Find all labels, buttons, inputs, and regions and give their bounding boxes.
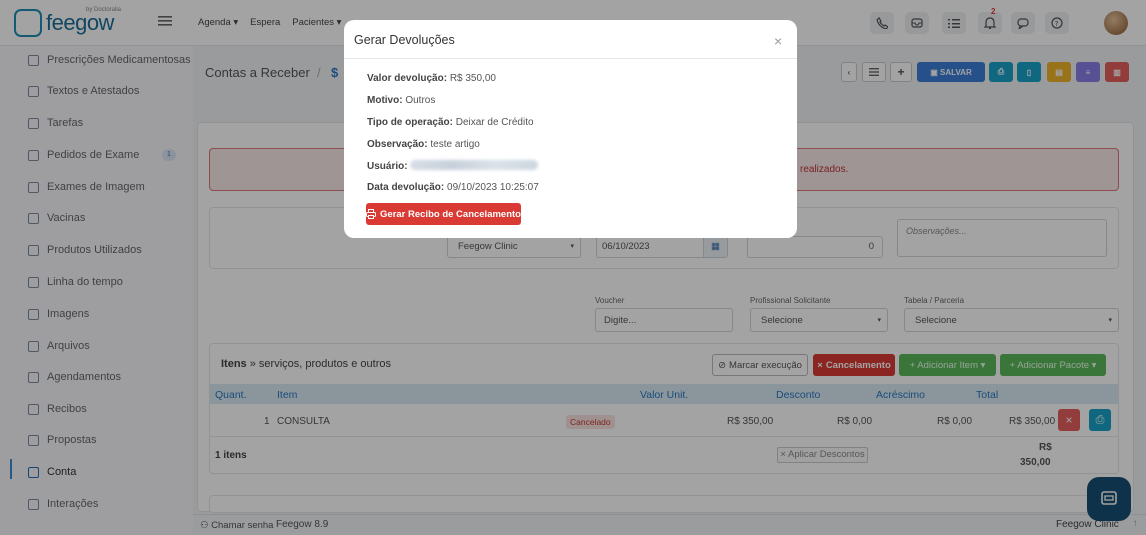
refund-value-label: Valor devolução: [367,73,448,84]
reason-value: Outros [405,95,436,106]
user-value-blurred [410,160,539,170]
reason-label: Motivo: [367,95,403,106]
operation-type-row: Tipo de operação: Deixar de Crédito [367,117,534,128]
operation-type-label: Tipo de operação: [367,117,453,128]
observation-value: teste artigo [430,139,480,150]
refund-value: R$ 350,00 [449,73,496,84]
user-label: Usuário: [367,161,408,172]
reason-row: Motivo: Outros [367,95,435,106]
operation-type-value: Deixar de Crédito [455,117,534,128]
modal-divider [344,58,797,59]
generate-cancellation-receipt-button[interactable]: Gerar Recibo de Cancelamento [366,203,521,225]
returns-modal: Gerar Devoluções × Valor devolução: R$ 3… [344,20,797,238]
refund-date-label: Data devolução: [367,182,445,193]
generate-receipt-label: Gerar Recibo de Cancelamento [380,208,521,220]
printer-icon [366,209,377,219]
observation-label: Observação: [367,139,428,150]
user-row: Usuário: [367,160,539,172]
refund-date-row: Data devolução: 09/10/2023 10:25:07 [367,182,539,193]
refund-value-row: Valor devolução: R$ 350,00 [367,73,496,84]
modal-title: Gerar Devoluções [354,33,455,47]
close-icon[interactable]: × [774,33,782,49]
refund-date-value: 09/10/2023 10:25:07 [447,182,539,193]
observation-row: Observação: teste artigo [367,139,480,150]
